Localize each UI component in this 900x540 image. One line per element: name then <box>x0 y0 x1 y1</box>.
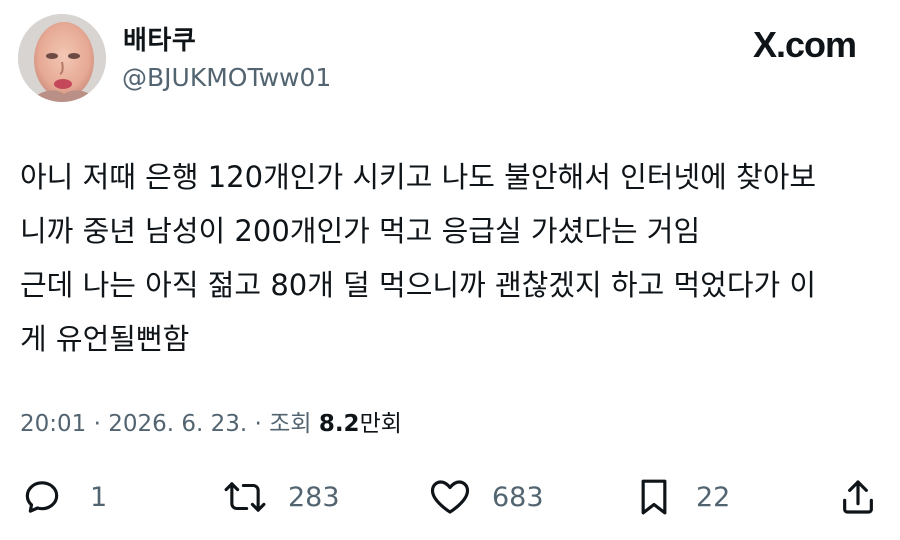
bookmark-icon <box>636 477 672 517</box>
retweet-icon <box>222 477 268 517</box>
author-display-name[interactable]: 배타쿠 <box>123 20 196 57</box>
tweet-line: 게 유언될뻔함 <box>20 322 190 356</box>
like-button[interactable]: 683 <box>428 474 544 520</box>
tweet-date[interactable]: 2026. 6. 23. <box>108 411 247 437</box>
meta-separator: · <box>254 411 262 437</box>
views-count: 8.2 <box>318 411 360 437</box>
tweet-text: 아니 저때 은행 120개인가 시키고 나도 불안해서 인터넷에 찾아보 니까 … <box>20 150 885 366</box>
meta-separator: · <box>93 411 101 437</box>
heart-icon <box>428 477 472 517</box>
action-bar: 1 283 683 22 <box>0 474 900 524</box>
share-icon <box>838 477 878 517</box>
reply-count: 1 <box>90 481 108 513</box>
like-count: 683 <box>492 481 544 513</box>
avatar-image <box>18 14 106 102</box>
avatar[interactable] <box>18 14 106 102</box>
retweet-button[interactable]: 283 <box>222 474 340 520</box>
bookmark-button[interactable]: 22 <box>636 474 730 520</box>
brand-logo: X.com <box>752 24 857 65</box>
author-handle[interactable]: @BJUKMOTww01 <box>122 63 331 92</box>
reply-icon <box>22 477 62 517</box>
tweet-line: 니까 중년 남성이 200개인가 먹고 응급실 가셨다는 거임 <box>20 214 701 248</box>
bookmark-count: 22 <box>696 481 731 513</box>
share-button[interactable] <box>838 474 878 520</box>
tweet-time[interactable]: 20:01 <box>20 411 86 437</box>
reply-button[interactable]: 1 <box>22 474 107 520</box>
tweet-line: 근데 나는 아직 젊고 80개 덜 먹으니까 괜찮겠지 하고 먹었다가 이 <box>20 268 817 302</box>
tweet-line: 아니 저때 은행 120개인가 시키고 나도 불안해서 인터넷에 찾아보 <box>20 160 817 194</box>
retweet-count: 283 <box>288 481 340 513</box>
tweet-meta: 20:01 · 2026. 6. 23. · 조회 8.2만회 <box>20 404 402 438</box>
views-unit: 만회 <box>359 411 402 437</box>
views-label: 조회 <box>269 411 312 437</box>
